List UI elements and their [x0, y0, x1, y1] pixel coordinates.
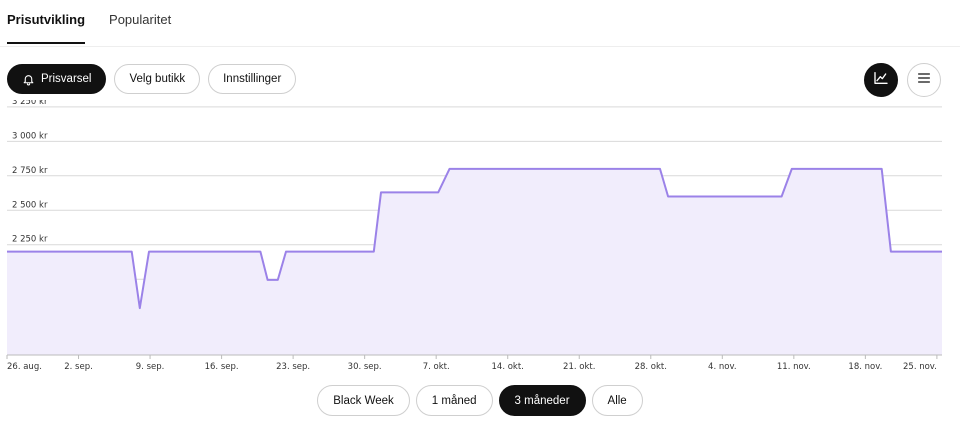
tab-divider [0, 46, 960, 47]
price-alert-label: Prisvarsel [41, 73, 92, 85]
price-alert-button[interactable]: Prisvarsel [7, 64, 107, 94]
time-range-selector: Black Week 1 måned 3 måneder Alle [0, 385, 960, 416]
bell-icon [22, 73, 35, 86]
range-all-button[interactable]: Alle [591, 385, 643, 416]
tab-prisutvikling[interactable]: Prisutvikling [7, 0, 86, 44]
x-tick-label: 21. okt. [563, 362, 595, 372]
x-tick-label: 26. aug. [7, 362, 42, 372]
y-tick-label: 2 250 kr [12, 235, 48, 245]
tab-popularitet[interactable]: Popularitet [109, 0, 171, 46]
x-tick-label: 9. sep. [136, 362, 165, 372]
settings-button[interactable]: Innstillinger [208, 64, 297, 94]
y-tick-label: 2 500 kr [12, 200, 48, 210]
x-tick-label: 23. sep. [276, 362, 310, 372]
x-tick-label: 4. nov. [708, 362, 736, 372]
x-tick-label: 16. sep. [205, 362, 239, 372]
range-3-months-button[interactable]: 3 måneder [498, 385, 586, 416]
x-tick-label: 14. okt. [492, 362, 524, 372]
x-tick-label: 30. sep. [348, 362, 382, 372]
y-tick-label: 2 750 kr [12, 166, 48, 176]
y-tick-label: 3 000 kr [12, 131, 48, 141]
list-view-button[interactable] [907, 63, 941, 97]
choose-store-button[interactable]: Velg butikk [114, 64, 201, 94]
x-tick-label: 25. nov. [903, 362, 937, 372]
line-chart-icon [873, 70, 889, 91]
x-tick-label: 18. nov. [848, 362, 882, 372]
range-black-week-button[interactable]: Black Week [317, 385, 410, 416]
x-tick-label: 11. nov. [777, 362, 811, 372]
y-tick-label: 3 250 kr [12, 100, 48, 107]
range-1-month-button[interactable]: 1 måned [415, 385, 493, 416]
hamburger-menu-icon [916, 70, 932, 91]
x-tick-label: 2. sep. [64, 362, 93, 372]
price-history-chart: 3 250 kr 3 000 kr 2 750 kr 2 500 kr 2 250 kr… [6, 100, 942, 372]
tab-bar: Prisutvikling Popularitet [7, 0, 171, 46]
x-tick-label: 7. okt. [423, 362, 450, 372]
chart-view-button[interactable] [864, 63, 898, 97]
x-tick-label: 28. okt. [635, 362, 667, 372]
chart-toolbar: Prisvarsel Velg butikk Innstillinger [7, 64, 297, 94]
